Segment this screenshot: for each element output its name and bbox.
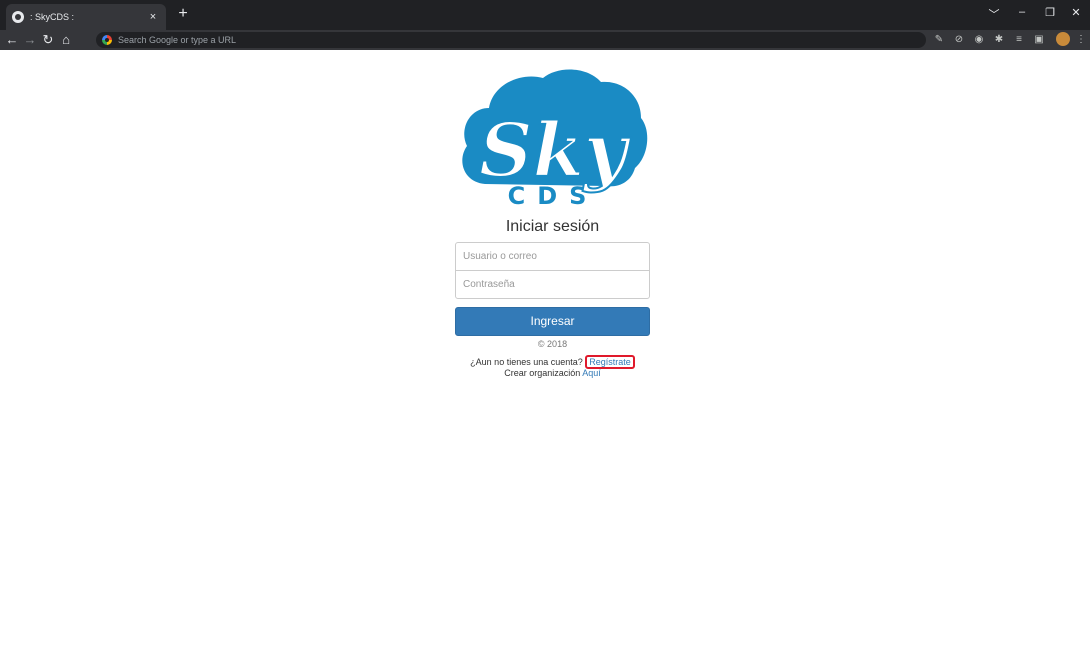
forward-arrow-icon[interactable]: → — [22, 32, 38, 48]
browser-tab[interactable]: : SkyCDS : × — [6, 4, 166, 30]
address-bar[interactable]: Search Google or type a URL — [96, 32, 926, 48]
create-org-link[interactable]: Aquí — [582, 368, 601, 378]
register-prompt: ¿Aun no tienes una cuenta? — [470, 357, 583, 367]
home-icon[interactable]: ⌂ — [58, 32, 74, 48]
org-line: Crear organización Aquí — [400, 368, 705, 379]
minimize-button[interactable]: – — [1012, 6, 1032, 18]
login-submit-button[interactable]: Ingresar — [455, 307, 650, 336]
browser-tab-bar: : SkyCDS : × + ﹀ – ❐ ✕ — [0, 0, 1090, 30]
register-links: ¿Aun no tienes una cuenta? Regístrate Cr… — [400, 355, 705, 379]
logo-brand-sub: CDS — [508, 182, 599, 206]
eye-extension-icon[interactable]: ◉ — [972, 33, 986, 47]
address-bar-placeholder: Search Google or type a URL — [118, 35, 237, 45]
close-window-button[interactable]: ✕ — [1066, 6, 1086, 19]
new-tab-button[interactable]: + — [174, 6, 192, 22]
register-line: ¿Aun no tienes una cuenta? Regístrate — [400, 355, 705, 369]
register-link[interactable]: Regístrate — [585, 355, 635, 369]
menu-dots-icon[interactable]: ⋮ — [1074, 33, 1088, 47]
google-icon — [102, 35, 112, 45]
login-form — [455, 242, 650, 299]
feather-extension-icon[interactable]: ✎ — [932, 33, 946, 47]
page-title: Iniciar sesión — [505, 218, 600, 235]
username-input[interactable] — [455, 242, 650, 271]
tab-close-icon[interactable]: × — [146, 11, 160, 23]
login-page: Sky CDS Iniciar sesión Ingresar © 2018 ¿… — [0, 50, 1090, 655]
back-arrow-icon[interactable]: ← — [4, 32, 20, 48]
extensions-puzzle-icon[interactable]: ✱ — [992, 33, 1006, 47]
password-input[interactable] — [455, 270, 650, 299]
check-extension-icon[interactable]: ⊘ — [952, 33, 966, 47]
skycds-logo: Sky CDS — [462, 69, 648, 206]
tab-title: : SkyCDS : — [30, 12, 75, 22]
org-prompt: Crear organización — [504, 368, 581, 378]
reload-icon[interactable]: ↻ — [40, 32, 56, 48]
profile-avatar[interactable] — [1056, 32, 1070, 46]
browser-toolbar: ← → ↻ ⌂ Search Google or type a URL ✎ ⊘ … — [0, 30, 1090, 50]
copyright-text: © 2018 — [537, 339, 568, 349]
tab-search-icon[interactable]: ﹀ — [984, 6, 1004, 22]
restore-button[interactable]: ❐ — [1040, 6, 1060, 19]
side-panel-icon[interactable]: ▣ — [1032, 33, 1046, 47]
site-favicon-icon — [12, 11, 24, 23]
reading-list-icon[interactable]: ≡ — [1012, 33, 1026, 47]
